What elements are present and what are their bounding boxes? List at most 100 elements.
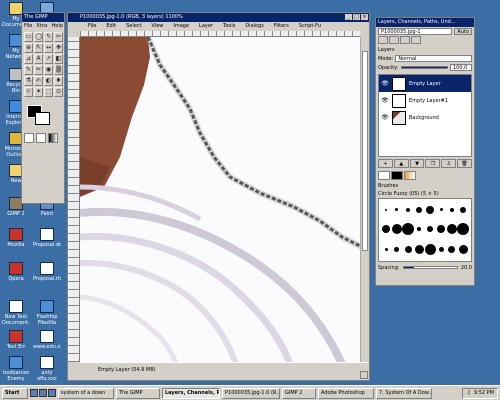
- tray-icon[interactable]: ♫: [466, 389, 470, 398]
- vertical-scrollbar[interactable]: [360, 37, 369, 362]
- brush-preset[interactable]: [437, 224, 446, 233]
- brush-preset[interactable]: [457, 222, 469, 235]
- layer-row[interactable]: 👁 Empty Layer#1: [379, 92, 471, 109]
- layer-row[interactable]: 👁 Empty Layer: [379, 75, 471, 92]
- menu-filters[interactable]: Filters: [274, 22, 289, 31]
- auto-button[interactable]: Auto: [454, 28, 472, 35]
- tool-icon[interactable]: ⚗: [24, 76, 33, 86]
- menu-file[interactable]: File: [88, 22, 96, 31]
- tab-channels[interactable]: [389, 36, 399, 44]
- tool-icon[interactable]: ✂: [54, 32, 63, 42]
- image-canvas[interactable]: [80, 37, 360, 362]
- desktop-icon[interactable]: Flashfxp Filezilla: [33, 300, 61, 326]
- spacing-value[interactable]: 20.0: [461, 265, 472, 271]
- desktop-icon[interactable]: toolbarcos Enemy Te...: [2, 356, 30, 382]
- brush-preset[interactable]: [402, 222, 415, 235]
- brush-preset[interactable]: [424, 243, 436, 255]
- tab-paths[interactable]: [400, 36, 410, 44]
- tool-icon[interactable]: ◧: [54, 54, 63, 64]
- brush-preset[interactable]: [384, 247, 388, 251]
- menu-xtns[interactable]: Xtns: [36, 23, 47, 29]
- duplicate-layer-icon[interactable]: ❐: [425, 159, 441, 168]
- layer-row[interactable]: 👁 Background: [379, 109, 471, 126]
- image-select-dropdown[interactable]: P1000035.jpg-1: [378, 28, 453, 35]
- brush-preset[interactable]: [446, 223, 457, 234]
- layer-name[interactable]: Background: [409, 115, 439, 121]
- tool-icon[interactable]: ◉: [44, 65, 53, 75]
- minimize-icon[interactable]: _: [345, 14, 352, 20]
- tool-icon[interactable]: ↔: [44, 43, 53, 53]
- dock-title[interactable]: Layers, Channels, Paths, Und...: [376, 18, 474, 27]
- brush-preset[interactable]: [404, 245, 412, 253]
- desktop-icon[interactable]: Test Err: [2, 330, 30, 356]
- navigate-icon[interactable]: [360, 371, 368, 379]
- taskbar-button[interactable]: P1000035.jpg-1.0 (R...: [222, 387, 280, 399]
- tool-icon[interactable]: ✏: [34, 65, 43, 75]
- tool-icon[interactable]: ✍: [34, 76, 43, 86]
- eye-icon[interactable]: 👁: [381, 97, 389, 104]
- menu-scriptfu[interactable]: Script-Fu: [299, 22, 321, 31]
- eye-icon[interactable]: 👁: [381, 80, 389, 87]
- pattern-selector[interactable]: [36, 133, 46, 143]
- maximize-icon[interactable]: □: [353, 14, 360, 20]
- brush-preset[interactable]: [395, 208, 399, 211]
- layer-name[interactable]: Empty Layer#1: [409, 98, 448, 104]
- brush-preset[interactable]: [417, 226, 422, 231]
- desktop-icon[interactable]: Proposal.doc: [33, 228, 61, 254]
- spacing-slider[interactable]: [402, 266, 458, 269]
- tool-icon[interactable]: ⊙: [54, 87, 63, 97]
- brush-preset[interactable]: [416, 206, 423, 213]
- taskbar-button[interactable]: 7. System Of A Dow...: [376, 387, 432, 399]
- brush-grid[interactable]: [378, 198, 472, 262]
- tool-icon[interactable]: ⇱: [34, 43, 43, 53]
- toolbox-title[interactable]: The GIMP: [22, 13, 64, 22]
- brush-preset[interactable]: [448, 245, 456, 253]
- tab-layers[interactable]: [378, 36, 388, 44]
- opacity-value[interactable]: 100.0: [450, 64, 472, 71]
- desktop-icon[interactable]: www.edu.xxx: [33, 330, 61, 356]
- menu-image[interactable]: Image: [173, 22, 189, 31]
- menu-view[interactable]: View: [152, 22, 164, 31]
- gradient-selector[interactable]: [48, 133, 58, 143]
- anchor-layer-icon[interactable]: ⚓: [441, 159, 457, 168]
- new-layer-icon[interactable]: +: [378, 159, 393, 168]
- lower-layer-icon[interactable]: ▼: [409, 159, 425, 168]
- menu-help[interactable]: Help: [52, 23, 63, 29]
- background-color-swatch[interactable]: [35, 112, 50, 125]
- brush-preset[interactable]: [391, 223, 402, 234]
- brush-preset[interactable]: [458, 244, 468, 254]
- eye-icon[interactable]: 👁: [381, 114, 389, 121]
- menu-dialogs[interactable]: Dialogs: [245, 22, 264, 31]
- delete-layer-icon[interactable]: 🗑: [457, 159, 472, 168]
- tool-icon[interactable]: ▭: [24, 32, 33, 42]
- scrollbar-thumb[interactable]: [362, 51, 368, 251]
- image-window-titlebar[interactable]: P1000035.jpg-1.0 (RGB, 3 layers) 1100% _…: [68, 13, 369, 22]
- taskbar-button[interactable]: Adobe Photoshop: [318, 387, 374, 399]
- tool-icon[interactable]: ◐: [44, 76, 53, 86]
- desktop-icon[interactable]: New Text Document.txt: [2, 300, 30, 326]
- quick-launch-icon[interactable]: [30, 389, 38, 397]
- tool-icon[interactable]: ϟ: [44, 32, 53, 42]
- tool-icon[interactable]: ◯: [34, 32, 43, 42]
- start-button[interactable]: Start: [2, 387, 28, 399]
- desktop-icon[interactable]: Mozilla: [2, 228, 30, 254]
- tool-icon[interactable]: ✥: [54, 43, 63, 53]
- tool-icon[interactable]: ⊕: [24, 43, 33, 53]
- taskbar-button[interactable]: GIMP 2: [282, 387, 316, 399]
- tool-icon[interactable]: ▒: [54, 65, 63, 75]
- menu-file[interactable]: File: [24, 23, 32, 29]
- brush-selector[interactable]: [24, 133, 34, 143]
- taskbar-button[interactable]: Layers, Channels, Pa...: [162, 387, 220, 399]
- brush-preset[interactable]: [438, 246, 444, 252]
- tab-undo[interactable]: [411, 36, 421, 44]
- vertical-ruler[interactable]: [68, 37, 80, 362]
- tool-icon[interactable]: ✎: [24, 65, 33, 75]
- opacity-slider[interactable]: [400, 66, 448, 69]
- mode-dropdown[interactable]: Normal: [395, 55, 472, 62]
- brush-preset[interactable]: [385, 208, 388, 211]
- layer-name[interactable]: Empty Layer: [409, 81, 441, 87]
- brush-preset[interactable]: [439, 208, 443, 211]
- pattern-swatch[interactable]: [391, 171, 403, 180]
- menu-tools[interactable]: Tools: [223, 22, 235, 31]
- desktop-icon[interactable]: Proposal.rtx: [33, 262, 61, 288]
